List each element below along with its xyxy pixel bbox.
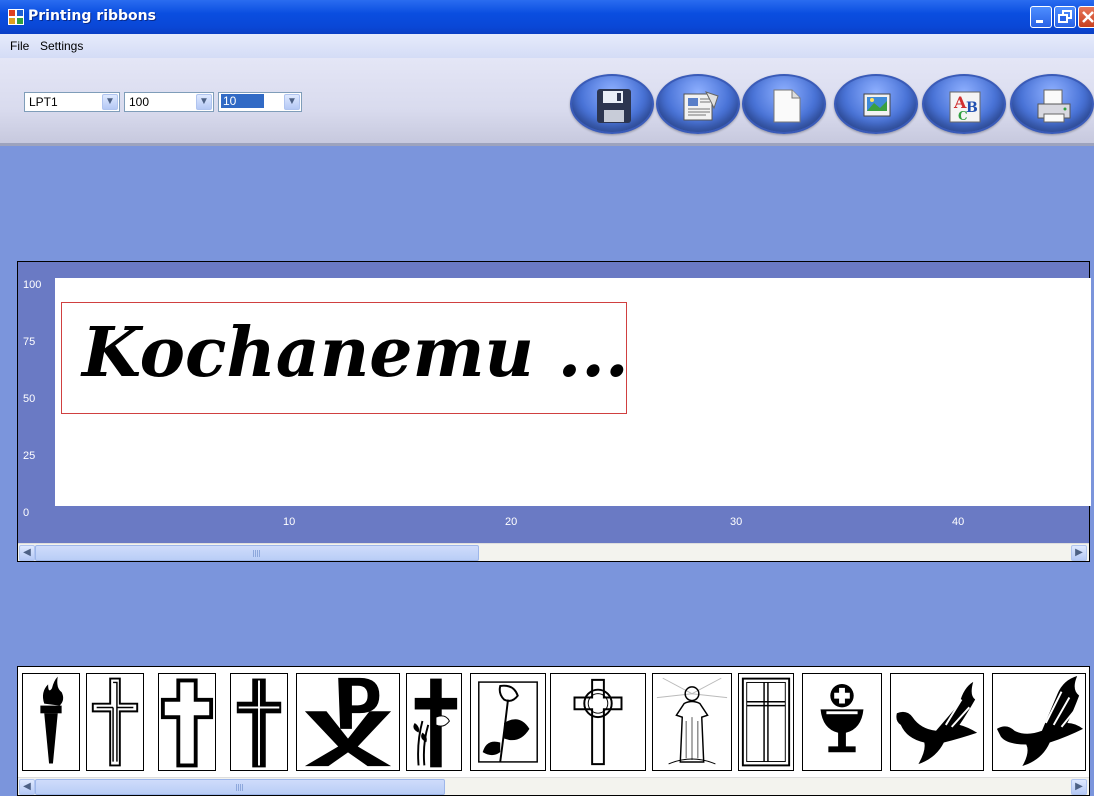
symbol-celtic-cross[interactable] <box>550 673 646 771</box>
chi-rho-icon <box>304 677 392 767</box>
dove-icon <box>896 681 978 765</box>
image-icon <box>863 93 891 117</box>
x-axis-tick-label: 40 <box>952 516 965 528</box>
grip-icon <box>253 550 261 557</box>
scroll-left-arrow-icon[interactable]: ◀ <box>19 545 35 561</box>
print-button[interactable] <box>1010 74 1094 134</box>
port-select[interactable]: LPT1 ▼ <box>24 92 120 112</box>
chevron-down-icon[interactable]: ▼ <box>196 94 212 110</box>
symbol-outline-cross[interactable] <box>158 673 216 771</box>
scrollbar-thumb[interactable] <box>35 545 479 561</box>
svg-text:C: C <box>958 109 968 123</box>
ribbon-height-select[interactable]: 100 ▼ <box>124 92 214 112</box>
symbol-dove-large[interactable] <box>992 673 1086 771</box>
save-button[interactable] <box>570 74 654 134</box>
new-page-icon <box>773 89 801 123</box>
symbol-double-line-cross[interactable] <box>230 673 288 771</box>
symbol-calla-lily[interactable] <box>470 673 546 771</box>
image-button[interactable] <box>834 74 918 134</box>
restore-icon <box>1058 10 1072 23</box>
window-title: Printing ribbons <box>28 8 156 24</box>
symbol-chi-rho[interactable] <box>296 673 400 771</box>
y-axis-tick-label: 100 <box>23 279 42 291</box>
menu-settings[interactable]: Settings <box>40 39 83 53</box>
minimize-icon <box>1036 20 1043 23</box>
open-button[interactable] <box>656 74 740 134</box>
ribbon-height-value: 100 <box>129 95 150 109</box>
celtic-cross-icon <box>573 678 623 766</box>
outline-cross-icon <box>160 678 214 768</box>
scrollbar-thumb[interactable] <box>35 779 445 795</box>
chevron-down-icon[interactable]: ▼ <box>102 94 118 110</box>
cross-with-lily-icon <box>413 678 458 768</box>
menu-file[interactable]: File <box>10 39 29 53</box>
svg-text:B: B <box>966 100 978 116</box>
grip-icon <box>236 784 244 791</box>
symbol-chalice[interactable] <box>802 673 882 771</box>
print-icon <box>1037 89 1071 123</box>
torch-icon <box>40 676 64 764</box>
font-button[interactable]: A B C <box>922 74 1006 134</box>
toolbar: LPT1 ▼ 100 ▼ 10 ▼ A B C <box>0 58 1094 146</box>
symbol-gallery: ◀ ▶ <box>17 666 1090 796</box>
symbol-double-outline-cross[interactable] <box>86 673 144 771</box>
y-axis-tick-label: 25 <box>23 450 36 462</box>
x-axis-tick-label: 30 <box>730 516 743 528</box>
text-box[interactable]: Kochanemu ... <box>61 302 629 414</box>
symbol-cross-with-lily[interactable] <box>406 673 462 771</box>
x-axis-tick-label: 10 <box>283 516 296 528</box>
calla-lily-icon <box>478 681 538 763</box>
y-axis-tick-label: 50 <box>23 393 36 405</box>
chevron-down-icon[interactable]: ▼ <box>284 94 300 110</box>
font-size-select[interactable]: 10 ▼ <box>218 92 302 112</box>
font-size-value: 10 <box>221 94 265 108</box>
double-line-cross-icon <box>236 678 282 768</box>
ribbon-text[interactable]: Kochanemu ... <box>82 313 629 393</box>
chalice-icon <box>820 683 864 753</box>
minimize-button[interactable] <box>1030 6 1052 28</box>
jesus-figure-icon <box>656 677 728 765</box>
symbol-jesus-figure[interactable] <box>652 673 732 771</box>
ribbon-canvas[interactable]: Kochanemu ... <box>55 278 1091 506</box>
scroll-right-arrow-icon[interactable]: ▶ <box>1071 779 1087 795</box>
font-icon: A B C <box>949 91 981 123</box>
close-button[interactable] <box>1078 6 1094 28</box>
y-axis-tick-label: 75 <box>23 336 36 348</box>
port-value: LPT1 <box>29 95 58 109</box>
new-page-button[interactable] <box>742 74 826 134</box>
restore-button[interactable] <box>1054 6 1076 28</box>
dove-large-icon <box>996 676 1084 767</box>
save-icon <box>597 89 631 123</box>
app-icon <box>8 9 24 25</box>
y-axis-tick-label: 0 <box>23 507 30 519</box>
scroll-left-arrow-icon[interactable]: ◀ <box>19 779 35 795</box>
open-icon <box>683 91 719 121</box>
close-icon <box>1082 11 1094 23</box>
symbol-torch[interactable] <box>22 673 80 771</box>
menu-bar: File Settings <box>0 34 1094 58</box>
ribbon-preview: 100 75 50 25 0 Kochanemu ... 10 20 30 40… <box>17 261 1091 562</box>
gallery-horizontal-scrollbar[interactable]: ◀ ▶ <box>18 777 1089 795</box>
symbol-framed-cross[interactable] <box>738 673 794 771</box>
symbol-dove[interactable] <box>890 673 984 771</box>
preview-horizontal-scrollbar[interactable]: ◀ ▶ <box>18 543 1089 561</box>
framed-cross-icon <box>741 677 791 767</box>
double-outline-cross-icon <box>91 677 139 767</box>
scroll-right-arrow-icon[interactable]: ▶ <box>1071 545 1087 561</box>
x-axis-tick-label: 20 <box>505 516 518 528</box>
title-bar: Printing ribbons <box>0 0 1094 34</box>
